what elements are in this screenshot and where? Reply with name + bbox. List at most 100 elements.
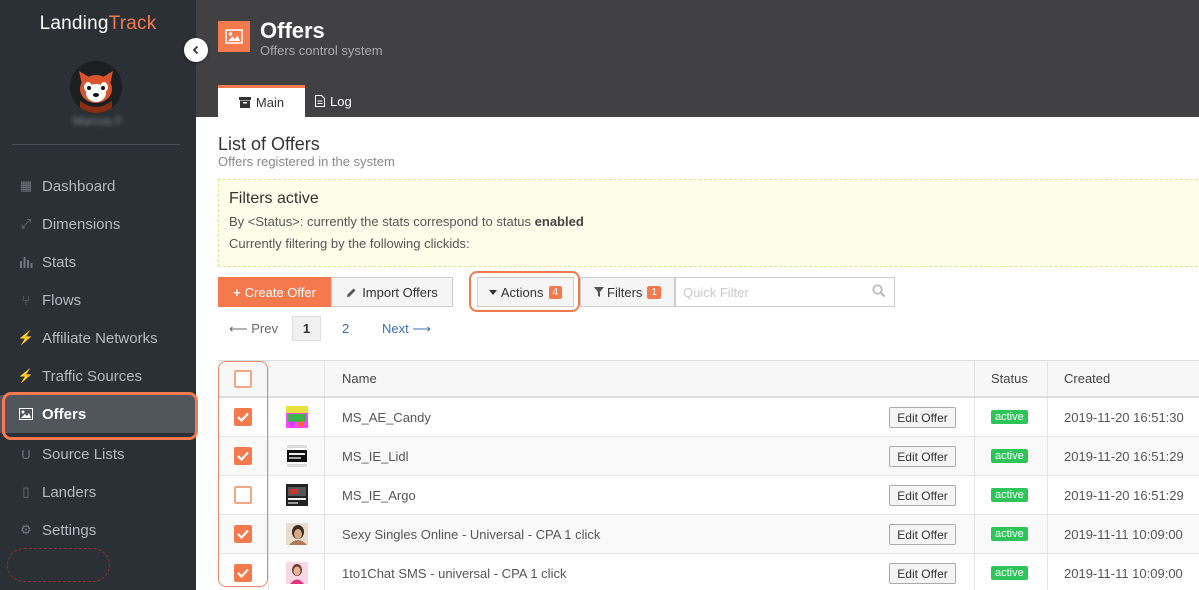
filters-status-line: By <Status>: currently the stats corresp… — [229, 214, 584, 229]
tab-label: Log — [330, 93, 352, 109]
archive-icon — [238, 97, 251, 108]
chevron-left-icon — [192, 45, 199, 55]
row-name-cell: Sexy Singles Online - Universal - CPA 1 … — [325, 515, 975, 553]
sidebar-item-landers[interactable]: ▯ Landers — [0, 473, 196, 511]
row-status-cell: active — [975, 437, 1048, 475]
checkmark-icon — [237, 568, 249, 578]
pager-prev-link[interactable]: ⟵ Prev — [229, 321, 278, 337]
tab-log[interactable]: Log — [305, 85, 364, 117]
offer-thumbnail — [285, 523, 308, 545]
create-offer-button[interactable]: + Create Offer — [218, 277, 331, 307]
create-offer-label: Create Offer — [244, 284, 316, 300]
thumbnail-header — [269, 361, 325, 396]
avatar[interactable] — [70, 61, 122, 113]
row-checkbox[interactable] — [234, 447, 252, 465]
sidebar-item-affiliate-networks[interactable]: ⚡ Affiliate Networks — [0, 319, 196, 357]
row-status-cell: active — [975, 476, 1048, 514]
sidebar-item-stats[interactable]: Stats — [0, 243, 196, 281]
sidebar-item-label: Traffic Sources — [42, 367, 143, 385]
import-offers-label: Import Offers — [362, 284, 438, 300]
row-checkbox[interactable] — [234, 525, 252, 543]
table-row: 1to1Chat SMS - universal - CPA 1 click E… — [218, 554, 1199, 590]
select-all-checkbox[interactable] — [234, 369, 252, 388]
pencil-icon — [346, 287, 357, 298]
filters-clickids-line: Currently filtering by the following cli… — [229, 236, 470, 251]
edit-offer-button[interactable]: Edit Offer — [889, 446, 956, 467]
row-thumb-cell — [269, 398, 325, 436]
created-date: 2019-11-20 16:51:30 — [1064, 409, 1184, 425]
bar-chart-icon — [18, 254, 34, 270]
table-row: MS_AE_Candy Edit Offer active 2019-11-20… — [218, 398, 1199, 437]
row-check-cell — [218, 476, 269, 514]
page-subtitle: Offers control system — [260, 43, 383, 58]
row-name-cell: MS_IE_Argo Edit Offer — [325, 476, 975, 514]
image-icon — [18, 406, 34, 422]
fork-icon: ⑂ — [22, 292, 30, 308]
sidebar-item-dimensions[interactable]: ⤢ Dimensions — [0, 205, 196, 243]
brand-primary: Landing — [39, 13, 109, 34]
page-title: Offers — [260, 18, 325, 43]
pager-page-1[interactable]: 1 — [292, 316, 321, 341]
arrow-left-icon: ⟵ — [229, 321, 248, 336]
offer-name[interactable]: 1to1Chat SMS - universal - CPA 1 click — [342, 566, 566, 581]
sidebar-item-label: Settings — [42, 521, 97, 539]
row-checkbox[interactable] — [234, 408, 252, 426]
offer-thumbnail — [285, 445, 308, 467]
checkmark-icon — [237, 412, 249, 422]
edit-offer-button[interactable]: Edit Offer — [889, 485, 956, 506]
sidebar-item-label: Landers — [42, 483, 97, 501]
caret-down-icon — [488, 289, 497, 295]
sidebar-item-settings[interactable]: ⚙ Settings — [0, 511, 196, 549]
plug-icon: ⚡ — [17, 330, 35, 345]
offer-name[interactable]: MS_IE_Lidl — [342, 449, 408, 464]
table-row: MS_IE_Lidl Edit Offer active 2019-11-20 … — [218, 437, 1199, 476]
status-badge: active — [991, 488, 1028, 502]
sidebar-item-source-lists[interactable]: U Source Lists — [0, 435, 196, 473]
search-icon[interactable] — [872, 284, 886, 303]
sidebar-item-traffic-sources[interactable]: ⚡ Traffic Sources — [0, 357, 196, 395]
created-date: 2019-11-20 16:51:29 — [1064, 487, 1184, 503]
pager-next-link[interactable]: Next ⟶ — [382, 321, 431, 337]
offer-thumbnail — [285, 562, 308, 584]
name-column-header[interactable]: Name — [325, 361, 975, 396]
status-column-header[interactable]: Status — [975, 361, 1048, 396]
edit-offer-button[interactable]: Edit Offer — [889, 563, 956, 584]
sidebar-collapse-button[interactable] — [184, 38, 208, 62]
sidebar-item-offers[interactable]: Offers — [0, 392, 198, 440]
pager-page-2[interactable]: 2 — [342, 321, 349, 336]
magnet-icon: U — [21, 446, 31, 462]
sidebar-item-flows[interactable]: ⑂ Flows — [0, 281, 196, 319]
status-badge: active — [991, 449, 1028, 463]
pager-prev-label: Prev — [251, 321, 278, 336]
file-text-icon — [315, 95, 325, 107]
row-checkbox[interactable] — [234, 486, 252, 504]
offer-name[interactable]: MS_IE_Argo — [342, 488, 416, 503]
actions-count-badge: 4 — [548, 285, 563, 299]
sidebar: LandingTrack Marcos F ▦ Dashboard ⤢ Dimens… — [0, 0, 198, 590]
quick-filter-input[interactable] — [675, 277, 895, 307]
created-date: 2019-11-20 16:51:29 — [1064, 448, 1184, 464]
sidebar-item-label: Affiliate Networks — [42, 329, 158, 347]
created-column-header[interactable]: Created — [1048, 361, 1199, 396]
offer-name[interactable]: MS_AE_Candy — [342, 410, 431, 425]
checkmark-icon — [237, 451, 249, 461]
offer-name[interactable]: Sexy Singles Online - Universal - CPA 1 … — [342, 527, 600, 542]
expand-arrows-icon: ⤢ — [20, 216, 32, 231]
tab-label: Main — [255, 95, 285, 110]
filters-status-text: By <Status>: currently the stats corresp… — [229, 214, 535, 229]
tab-main[interactable]: Main — [218, 85, 305, 117]
row-status-cell: active — [975, 398, 1048, 436]
edit-offer-button[interactable]: Edit Offer — [889, 407, 956, 428]
import-offers-button[interactable]: Import Offers — [331, 277, 453, 307]
row-check-cell — [218, 437, 269, 475]
arrow-right-icon: ⟶ — [412, 321, 431, 336]
row-checkbox[interactable] — [234, 564, 252, 582]
status-badge: active — [991, 410, 1028, 424]
user-name: Marcos F — [72, 114, 123, 128]
filters-button[interactable]: Filters 1 — [580, 277, 675, 307]
edit-offer-button[interactable]: Edit Offer — [889, 524, 956, 545]
row-check-cell — [218, 398, 269, 436]
offer-thumbnail — [285, 484, 308, 506]
actions-dropdown-button[interactable]: Actions 4 — [477, 277, 574, 307]
sidebar-item-dashboard[interactable]: ▦ Dashboard — [0, 167, 196, 205]
